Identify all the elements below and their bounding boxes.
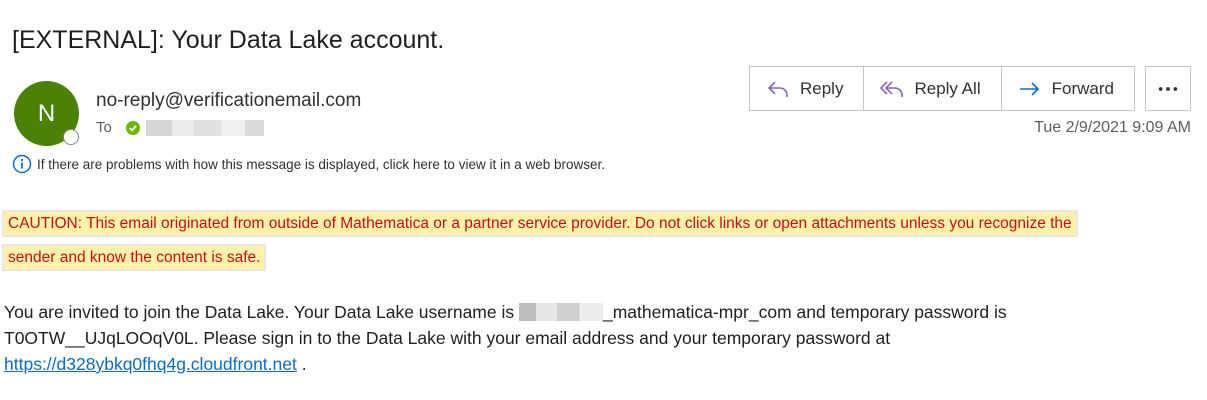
- reply-all-icon: [880, 80, 904, 97]
- recipient-row: To: [96, 119, 264, 136]
- reply-all-label: Reply All: [914, 78, 981, 98]
- to-label: To: [96, 119, 112, 136]
- forward-button[interactable]: Forward: [1002, 67, 1134, 110]
- external-caution-banner: CAUTION: This email originated from outs…: [4, 207, 1076, 275]
- reply-icon: [767, 80, 788, 97]
- reply-label: Reply: [800, 78, 844, 98]
- sign-in-link[interactable]: https://d328ybkq0fhq4g.cloudfront.net: [4, 354, 297, 374]
- sent-timestamp: Tue 2/9/2021 9:09 AM: [1034, 119, 1191, 136]
- email-body: You are invited to join the Data Lake. Y…: [4, 299, 1184, 377]
- sender-address[interactable]: no-reply@verificationemail.com: [96, 90, 361, 112]
- body-end: .: [296, 354, 307, 374]
- caution-line-1: CAUTION: This email originated from outs…: [4, 212, 1076, 235]
- checkmark-icon: [125, 120, 140, 135]
- recipient-name-redacted[interactable]: [145, 119, 264, 136]
- body-intro: You are invited to join the Data Lake. Y…: [4, 302, 519, 322]
- view-in-browser-text: If there are problems with how this mess…: [37, 156, 606, 172]
- reply-button[interactable]: Reply: [750, 67, 865, 110]
- email-subject: [EXTERNAL]: Your Data Lake account.: [12, 26, 445, 54]
- forward-arrow-icon: [1019, 81, 1039, 96]
- presence-status-icon: [63, 129, 79, 145]
- body-username-suffix: _mathematica-mpr_com and temporary passw…: [602, 302, 1007, 322]
- forward-label: Forward: [1051, 78, 1114, 98]
- username-redacted: [518, 303, 603, 321]
- info-icon: [12, 154, 32, 174]
- view-in-browser-notice[interactable]: If there are problems with how this mess…: [12, 154, 605, 174]
- avatar-initial: N: [37, 99, 56, 127]
- body-password-line: T0OTW__UJqLOOqV0L. Please sign in to the…: [4, 328, 891, 348]
- more-actions-button[interactable]: [1145, 66, 1191, 111]
- reply-all-button[interactable]: Reply All: [864, 67, 1002, 110]
- message-actions-toolbar: Reply Reply All Forward: [749, 66, 1135, 111]
- more-options-icon: [1158, 86, 1178, 91]
- caution-line-2: sender and know the content is safe.: [4, 246, 265, 269]
